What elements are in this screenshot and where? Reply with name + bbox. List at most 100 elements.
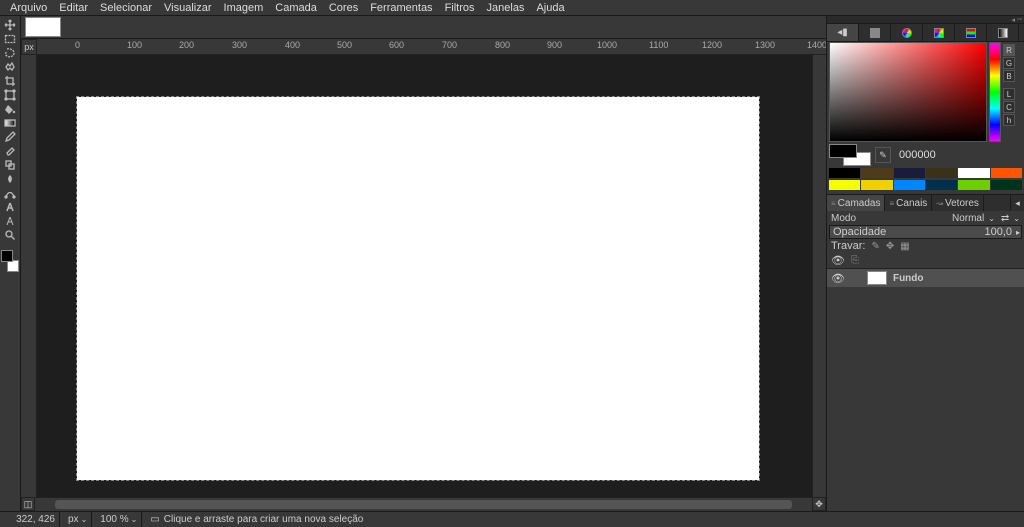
lock-alpha-icon[interactable]: ▦ (900, 241, 909, 252)
tool-crop[interactable] (1, 74, 19, 88)
palette-swatch[interactable] (861, 180, 892, 190)
navigation-button[interactable]: ✥ (812, 497, 826, 511)
ruler-corner[interactable]: px (21, 39, 37, 55)
menubar: Arquivo Editar Selecionar Visualizar Ima… (0, 0, 1024, 16)
palette-swatch[interactable] (958, 168, 989, 178)
dock-config-icon[interactable]: ▫▫ (1017, 16, 1022, 23)
recent-colors-row1 (827, 168, 1024, 180)
quick-mask-toggle[interactable]: ◫ (21, 497, 35, 511)
scrollbar-vertical[interactable] (812, 55, 826, 497)
palette-swatch[interactable] (894, 180, 925, 190)
canvas-viewport[interactable] (37, 55, 812, 497)
color-tab-wheel[interactable] (923, 24, 955, 41)
menu-selecionar[interactable]: Selecionar (94, 1, 158, 15)
hue-slider[interactable] (989, 42, 1001, 142)
palette-swatch[interactable] (829, 168, 860, 178)
menu-ferramentas[interactable]: Ferramentas (364, 1, 438, 15)
dock-foreground[interactable] (829, 144, 857, 158)
tool-paintbrush[interactable] (1, 130, 19, 144)
rect-select-icon: ▭ (150, 514, 159, 525)
layer-name[interactable]: Fundo (893, 273, 924, 284)
statusbar: 322, 426 px⌄ 100 %⌄ ▭Clique e arraste pa… (0, 511, 1024, 527)
dock-fg-bg-colors[interactable] (829, 144, 871, 166)
palette-swatch[interactable] (991, 168, 1022, 178)
channel-b[interactable]: B (1003, 70, 1015, 82)
ruler-horizontal[interactable]: 0 100 200 300 400 500 600 700 800 900 10… (37, 39, 826, 55)
palette-swatch[interactable] (829, 180, 860, 190)
tool-heal[interactable] (1, 214, 19, 228)
color-tab-palette[interactable] (955, 24, 987, 41)
tool-rect-select[interactable] (1, 32, 19, 46)
menu-ajuda[interactable]: Ajuda (530, 1, 570, 15)
tool-bucket[interactable] (1, 102, 19, 116)
menu-janelas[interactable]: Janelas (481, 1, 531, 15)
dock-collapse-icon[interactable]: ◂ (1012, 16, 1016, 24)
layer-thumbnail[interactable] (867, 271, 887, 285)
chevron-down-icon-2[interactable]: ⌄ (1013, 214, 1020, 223)
tool-text[interactable] (1, 200, 19, 214)
layer-visibility-icon[interactable]: 👁 (831, 272, 845, 285)
status-hint: ▭Clique e arraste para criar uma nova se… (146, 512, 367, 527)
palette-swatch[interactable] (861, 168, 892, 178)
palette-swatch[interactable] (894, 168, 925, 178)
channel-g[interactable]: G (1003, 57, 1015, 69)
color-tab-scales[interactable] (987, 24, 1019, 41)
lock-position-icon[interactable]: ✥ (886, 241, 894, 252)
palette-swatch[interactable] (926, 180, 957, 190)
chevron-down-icon[interactable]: ⌄ (988, 214, 995, 223)
tool-color-picker[interactable] (1, 228, 19, 242)
tool-eraser[interactable] (1, 144, 19, 158)
tool-gradient[interactable] (1, 116, 19, 130)
color-panel: ◂▮ R G B L C h (827, 24, 1024, 195)
tab-channels[interactable]: ≡Canais (885, 195, 932, 211)
right-dock: ◂ ▫▫ ◂▮ R G B L C (826, 16, 1024, 511)
menu-arquivo[interactable]: Arquivo (4, 1, 53, 15)
channel-h[interactable]: h (1003, 114, 1015, 126)
color-square[interactable] (829, 42, 987, 142)
menu-visualizar[interactable]: Visualizar (158, 1, 218, 15)
mode-label: Modo (831, 213, 856, 224)
color-tab-water[interactable] (891, 24, 923, 41)
tool-transform[interactable] (1, 88, 19, 102)
color-tab-gimp[interactable]: ◂▮ (827, 24, 859, 41)
menu-cores[interactable]: Cores (323, 1, 364, 15)
menu-camada[interactable]: Camada (269, 1, 323, 15)
image-preview-thumb[interactable] (25, 17, 61, 37)
tab-paths[interactable]: ↝Vetores (932, 195, 984, 211)
tool-path[interactable] (1, 186, 19, 200)
tool-move[interactable] (1, 18, 19, 32)
image-canvas[interactable] (77, 97, 759, 480)
color-tab-cmyk[interactable] (859, 24, 891, 41)
mode-swap-icon[interactable]: ⇄ (1001, 213, 1009, 224)
opacity-label: Opacidade (833, 226, 886, 238)
palette-swatch[interactable] (958, 180, 989, 190)
tool-clone[interactable] (1, 158, 19, 172)
unit-dropdown[interactable]: px⌄ (64, 512, 92, 527)
tab-layers[interactable]: ≡Camadas (827, 195, 885, 211)
recent-colors-row2 (827, 180, 1024, 192)
tool-smudge[interactable] (1, 172, 19, 186)
hex-input[interactable]: 000000 (895, 147, 1022, 163)
palette-swatch[interactable] (991, 180, 1022, 190)
fg-bg-colors[interactable] (1, 250, 19, 272)
scrollbar-horizontal[interactable] (35, 497, 812, 511)
channel-c[interactable]: C (1003, 101, 1015, 113)
opacity-slider[interactable]: Opacidade 100,0 ▸ (829, 225, 1022, 239)
tool-free-select[interactable] (1, 46, 19, 60)
layers-panel: ≡Camadas ≡Canais ↝Vetores ◂ Modo Normal … (827, 195, 1024, 511)
tool-fuzzy-select[interactable] (1, 60, 19, 74)
eyedropper-icon[interactable]: ✎ (875, 147, 891, 163)
layer-item[interactable]: 👁 Fundo (827, 269, 1024, 287)
mode-dropdown[interactable]: Normal (952, 213, 984, 224)
panel-menu-icon[interactable]: ◂ (1010, 195, 1024, 211)
zoom-dropdown[interactable]: 100 %⌄ (96, 512, 142, 527)
palette-swatch[interactable] (926, 168, 957, 178)
channel-l[interactable]: L (1003, 88, 1015, 100)
ruler-vertical[interactable] (21, 55, 37, 497)
channel-r[interactable]: R (1003, 44, 1015, 56)
menu-imagem[interactable]: Imagem (218, 1, 270, 15)
lock-pixels-icon[interactable]: ✎ (871, 241, 879, 252)
menu-filtros[interactable]: Filtros (439, 1, 481, 15)
foreground-color[interactable] (1, 250, 13, 262)
menu-editar[interactable]: Editar (53, 1, 94, 15)
